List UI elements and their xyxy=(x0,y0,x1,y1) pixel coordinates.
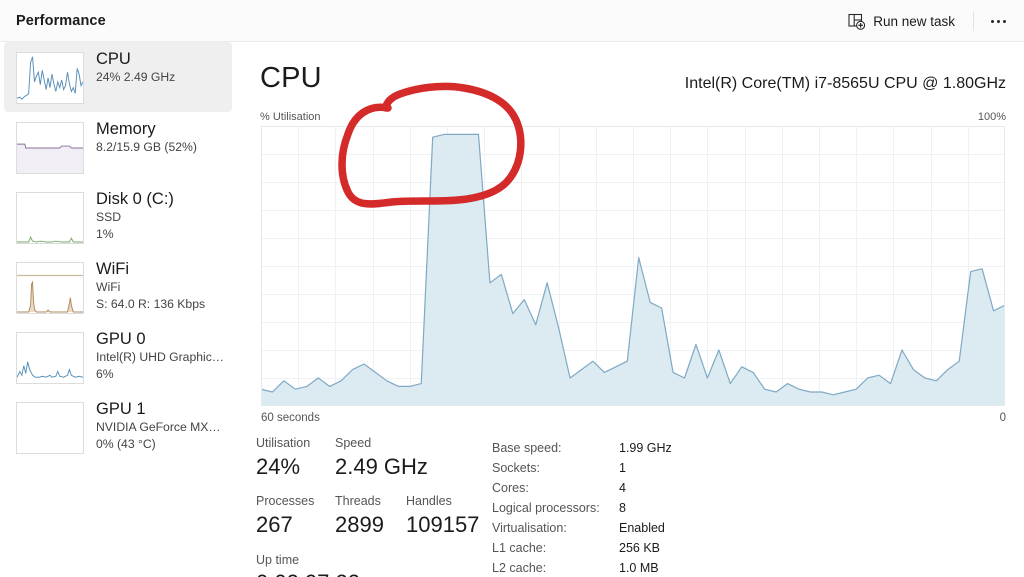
spec-key: L2 cache: xyxy=(492,560,547,575)
sidebar-item-title: GPU 1 xyxy=(96,400,146,418)
cpu-thumbnail-graph xyxy=(16,52,84,104)
stat-label: Processes xyxy=(256,494,315,509)
task-manager-window: Performance Run new task CPU 24% 2.49 GH… xyxy=(0,0,1024,577)
titlebar: Performance Run new task xyxy=(0,0,1024,42)
sidebar-item-disk-0[interactable]: Disk 0 (C:) SSD 1% xyxy=(4,182,232,252)
sidebar-item-sub2: 6% xyxy=(96,366,114,381)
window-plus-icon xyxy=(848,13,866,30)
stat-label: Up time xyxy=(256,552,300,567)
stat-label: Speed xyxy=(335,436,372,450)
stat-threads: Threads 2899 xyxy=(335,492,406,538)
spec-value: 1 xyxy=(619,460,626,475)
spec-value: Enabled xyxy=(619,520,665,535)
spec-key: Cores: xyxy=(492,480,529,495)
cpu-utilisation-chart[interactable] xyxy=(261,126,1005,406)
stats-left-column: Utilisation 24% Speed 2.49 GHz Processes… xyxy=(256,434,486,577)
more-options-button[interactable] xyxy=(982,6,1014,36)
cpu-heading: CPU xyxy=(260,62,322,94)
spec-row: L2 cache: 1.0 MB xyxy=(492,560,672,577)
spec-row: Base speed: 1.99 GHz xyxy=(492,441,672,462)
sidebar-item-title: Memory xyxy=(96,120,156,138)
gpu-1-thumbnail-graph xyxy=(16,402,84,454)
spec-value: 4 xyxy=(619,480,626,495)
sidebar-item-title: CPU xyxy=(96,50,131,68)
sidebar-item-title: GPU 0 xyxy=(96,330,146,348)
sidebar-item-sub1: 24% 2.49 GHz xyxy=(96,70,176,85)
ellipsis-icon xyxy=(1002,19,1006,23)
stats-row-processes-threads-handles: Processes 267 Threads 2899 Handles 10915… xyxy=(256,492,486,538)
spec-value: 8 xyxy=(619,500,626,515)
stat-utilisation: Utilisation 24% xyxy=(256,434,335,480)
stat-label: Threads xyxy=(335,494,381,509)
stat-speed: Speed 2.49 GHz xyxy=(335,434,428,480)
sidebar-item-sub1: Intel(R) UHD Graphic… xyxy=(96,350,224,365)
spec-key: Logical processors: xyxy=(492,500,600,515)
spec-key: L1 cache: xyxy=(492,540,547,555)
stat-handles: Handles 109157 xyxy=(406,492,479,538)
page-title: Performance xyxy=(16,13,106,29)
sidebar-item-sub2: 1% xyxy=(96,226,114,241)
sidebar-item-text: Disk 0 (C:) SSD 1% xyxy=(96,190,174,242)
sidebar-item-sub1: NVIDIA GeForce MX… xyxy=(96,420,221,435)
chart-x-left-label: 60 seconds xyxy=(261,412,320,424)
sidebar-item-cpu[interactable]: CPU 24% 2.49 GHz xyxy=(4,42,232,112)
spec-value: 256 KB xyxy=(619,540,661,555)
run-new-task-label: Run new task xyxy=(873,13,955,29)
titlebar-actions: Run new task xyxy=(838,0,1014,42)
sidebar-item-memory[interactable]: Memory 8.2/15.9 GB (52%) xyxy=(4,112,232,182)
stats-row-uptime: Up time 0:02:07:22 xyxy=(256,551,486,577)
toolbar-divider xyxy=(973,11,974,31)
sidebar-item-wifi[interactable]: WiFi WiFi S: 64.0 R: 136 Kbps xyxy=(4,252,232,322)
spec-row: Sockets: 1 xyxy=(492,460,672,482)
spec-key: Sockets: xyxy=(492,460,540,475)
sidebar-item-title: WiFi xyxy=(96,260,129,278)
sidebar-item-gpu-1[interactable]: GPU 1 NVIDIA GeForce MX… 0% (43 °C) xyxy=(4,392,232,462)
sidebar-item-text: GPU 1 NVIDIA GeForce MX… 0% (43 °C) xyxy=(96,400,221,452)
stat-label: Handles xyxy=(406,494,452,509)
spec-value: 1.99 GHz xyxy=(619,441,672,455)
spec-row: Cores: 4 xyxy=(492,480,672,502)
main-panel: CPU Intel(R) Core(TM) i7-8565U CPU @ 1.8… xyxy=(236,42,1024,577)
spec-row: Virtualisation: Enabled xyxy=(492,520,672,542)
sidebar-item-sub2: S: 64.0 R: 136 Kbps xyxy=(96,296,206,311)
stat-value: 2.49 GHz xyxy=(335,453,428,479)
chart-y-max-label: 100% xyxy=(977,111,1006,123)
chart-y-axis-label: % Utilisation xyxy=(260,111,321,123)
stat-value: 109157 xyxy=(406,512,480,537)
gpu-0-thumbnail-graph xyxy=(16,332,84,384)
stats-row-utilisation-speed: Utilisation 24% Speed 2.49 GHz xyxy=(256,434,486,480)
sidebar-item-title: Disk 0 (C:) xyxy=(96,190,174,208)
spec-row: Logical processors: 8 xyxy=(492,500,672,522)
sidebar-item-sub1: 8.2/15.9 GB (52%) xyxy=(96,140,197,155)
cpu-specs-table: Base speed: 1.99 GHz Sockets: 1 Cores: 4 Logic… xyxy=(492,441,672,577)
chart-x-right-label: 0 xyxy=(999,412,1006,424)
spec-key: Base speed: xyxy=(492,441,562,455)
sidebar-item-gpu-0[interactable]: GPU 0 Intel(R) UHD Graphic… 6% xyxy=(4,322,232,392)
sidebar-item-text: WiFi WiFi S: 64.0 R: 136 Kbps xyxy=(96,260,205,312)
stat-value: 0:02:07:22 xyxy=(256,569,360,577)
stat-uptime: Up time 0:02:07:22 xyxy=(256,551,360,577)
memory-thumbnail-graph xyxy=(16,122,84,174)
sidebar-item-text: GPU 0 Intel(R) UHD Graphic… 6% xyxy=(96,330,224,382)
spec-value: 1.0 MB xyxy=(619,560,659,575)
stat-value: 2899 xyxy=(335,512,384,537)
stat-value: 24% xyxy=(256,453,301,479)
ellipsis-icon xyxy=(990,19,994,23)
wifi-thumbnail-graph xyxy=(16,262,84,314)
spec-row: L1 cache: 256 KB xyxy=(492,540,672,562)
spec-key: Virtualisation: xyxy=(492,520,567,535)
ellipsis-icon xyxy=(996,19,1000,23)
sidebar-item-sub1: WiFi xyxy=(96,280,121,295)
sidebar-item-text: Memory 8.2/15.9 GB (52%) xyxy=(96,120,197,156)
stat-value: 267 xyxy=(256,512,293,537)
stat-processes: Processes 267 xyxy=(256,492,335,538)
sidebar-item-sub2: 0% (43 °C) xyxy=(96,436,156,451)
sidebar-item-sub1: SSD xyxy=(96,210,122,225)
disk-thumbnail-graph xyxy=(16,192,84,244)
sidebar-item-text: CPU 24% 2.49 GHz xyxy=(96,50,175,86)
cpu-model-label: Intel(R) Core(TM) i7-8565U CPU @ 1.80GHz xyxy=(684,75,1006,92)
stat-label: Utilisation xyxy=(256,436,311,450)
sidebar: CPU 24% 2.49 GHz Memory 8.2/15.9 GB (52%… xyxy=(0,42,236,577)
run-new-task-button[interactable]: Run new task xyxy=(838,6,965,36)
